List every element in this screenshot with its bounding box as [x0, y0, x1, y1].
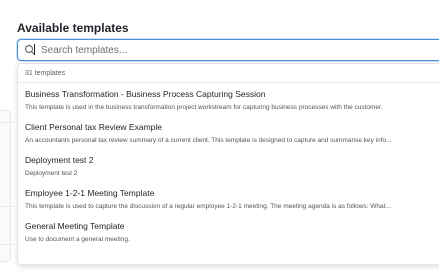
- template-description: This template is used to capture the dis…: [25, 203, 391, 210]
- background-panel: [0, 110, 11, 262]
- template-title: General Meeting Template: [25, 221, 125, 231]
- templates-dropdown: 31 templates Business Transformation - B…: [17, 63, 439, 265]
- background-divider: [0, 244, 14, 245]
- templates-count: 31 templates: [25, 70, 66, 77]
- template-item[interactable]: General Meeting Template Use to document…: [18, 221, 438, 254]
- template-title: Client Personal tax Review Example: [25, 122, 163, 132]
- template-description: Deployment test 2: [25, 170, 78, 177]
- section-title: Available templates: [17, 21, 129, 35]
- template-item[interactable]: Business Transformation - Business Proce…: [18, 89, 438, 122]
- template-title: Employee 1-2-1 Meeting Template: [25, 188, 155, 198]
- text-caret: [34, 44, 35, 55]
- template-title: Deployment test 2: [25, 155, 94, 165]
- template-description: This template is used in the business tr…: [25, 104, 383, 111]
- search-input[interactable]: [36, 41, 421, 59]
- background-divider: [0, 122, 14, 123]
- background-divider: [0, 206, 14, 207]
- template-item[interactable]: Client Personal tax Review Example An ac…: [18, 122, 438, 155]
- template-description: Use to document a general meeting.: [25, 236, 130, 243]
- template-title: Business Transformation - Business Proce…: [25, 89, 266, 99]
- search-box[interactable]: [17, 39, 439, 61]
- template-item[interactable]: Deployment test 2 Deployment test 2: [18, 155, 438, 188]
- template-item[interactable]: Employee 1-2-1 Meeting Template This tem…: [18, 188, 438, 221]
- template-description: An accountants personal tax review summa…: [25, 137, 392, 144]
- dropdown-divider: [18, 82, 439, 83]
